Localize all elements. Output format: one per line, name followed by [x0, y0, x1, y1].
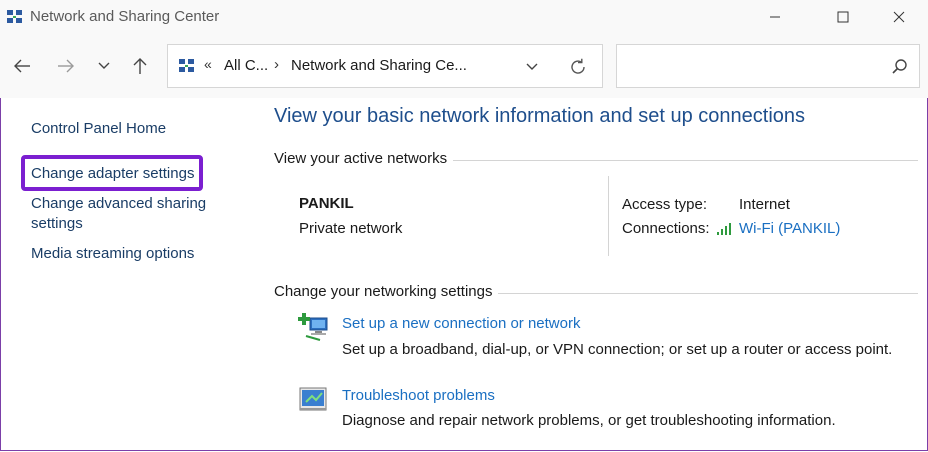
search-box[interactable]: [616, 44, 920, 88]
sidebar-item-change-adapter-settings[interactable]: Change adapter settings: [31, 164, 194, 184]
wifi-signal-icon: [717, 223, 731, 235]
access-type-label: Access type:: [622, 196, 708, 213]
minimize-button[interactable]: [752, 0, 798, 34]
maximize-icon: [837, 11, 849, 23]
close-icon: [893, 11, 905, 23]
forward-button[interactable]: [52, 52, 80, 80]
new-connection-icon: [298, 313, 328, 341]
back-button[interactable]: [8, 52, 36, 80]
title-bar: Network and Sharing Center: [0, 0, 928, 34]
network-center-icon: [179, 59, 194, 72]
networking-settings-heading: Change your networking settings: [274, 283, 499, 300]
sidebar-item-change-advanced-sharing[interactable]: Change advanced sharing: [31, 194, 206, 214]
connections-label: Connections:: [622, 220, 710, 237]
page-title: View your basic network information and …: [274, 105, 806, 127]
troubleshoot-link[interactable]: Troubleshoot problems: [342, 387, 495, 404]
maximize-button[interactable]: [820, 0, 866, 34]
chevron-down-icon: [526, 63, 538, 70]
arrow-left-icon: [14, 59, 30, 73]
setup-connection-description: Set up a broadband, dial-up, or VPN conn…: [342, 341, 893, 358]
breadcrumb-overflow[interactable]: «: [204, 56, 212, 72]
network-name: PANKIL: [299, 195, 354, 212]
breadcrumb-network-sharing-center[interactable]: Network and Sharing Ce...: [291, 57, 467, 74]
sidebar-item-change-advanced-sharing-cont[interactable]: settings: [31, 214, 83, 234]
address-bar[interactable]: « All C... › Network and Sharing Ce...: [167, 44, 603, 88]
setup-connection-link[interactable]: Set up a new connection or network: [342, 315, 580, 332]
search-icon: [892, 59, 907, 74]
sidebar-item-media-streaming-options[interactable]: Media streaming options: [31, 244, 194, 264]
sidebar-item-control-panel-home[interactable]: Control Panel Home: [31, 119, 166, 139]
chevron-down-icon: [98, 62, 110, 69]
troubleshoot-icon: [299, 387, 327, 411]
recent-locations-button[interactable]: [90, 52, 118, 80]
address-dropdown-button[interactable]: [522, 57, 542, 77]
network-type: Private network: [299, 220, 403, 237]
refresh-icon: [571, 58, 585, 74]
up-button[interactable]: [126, 52, 154, 80]
close-button[interactable]: [876, 0, 922, 34]
network-center-icon: [7, 10, 22, 23]
refresh-button[interactable]: [568, 57, 588, 77]
arrow-right-icon: [58, 59, 74, 73]
minimize-icon: [770, 16, 780, 18]
troubleshoot-description: Diagnose and repair network problems, or…: [342, 412, 836, 429]
wifi-connection-link[interactable]: Wi-Fi (PANKIL): [739, 220, 840, 237]
window-title: Network and Sharing Center: [30, 8, 220, 25]
vertical-divider: [608, 176, 609, 256]
breadcrumb-all-control-panel[interactable]: All C...: [224, 57, 268, 74]
active-networks-heading: View your active networks: [274, 150, 454, 167]
arrow-up-icon: [133, 58, 147, 74]
breadcrumb-separator[interactable]: ›: [274, 56, 279, 73]
access-type-value: Internet: [739, 196, 790, 213]
navigation-bar: « All C... › Network and Sharing Ce...: [0, 34, 928, 98]
